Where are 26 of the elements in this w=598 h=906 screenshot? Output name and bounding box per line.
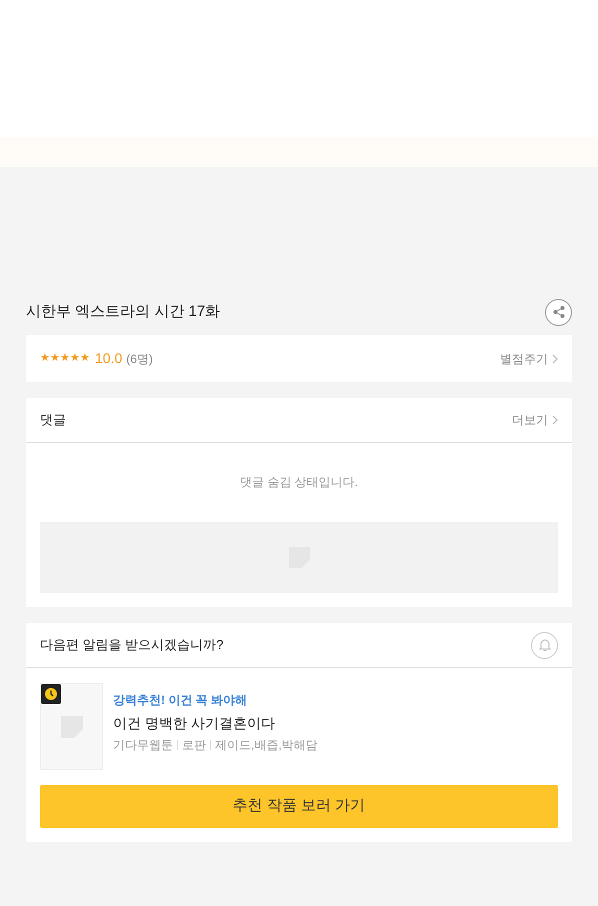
notification-bell-button[interactable] <box>531 632 558 658</box>
chevron-right-icon <box>552 415 558 425</box>
share-icon <box>552 306 564 318</box>
recommendation-button[interactable]: 추천 작품 보러 가기 <box>40 785 558 828</box>
hidden-notice: 댓글 숨김 상태입니다. <box>240 474 358 491</box>
recommendation-meta: 제이드,배즙,박해담 <box>215 737 318 754</box>
share-button[interactable] <box>545 298 572 326</box>
more-link[interactable]: 더보기 <box>512 411 558 429</box>
star-icon: ★ <box>50 353 60 364</box>
recommendation-meta: 로판 <box>182 737 206 754</box>
clock-badge-icon <box>41 684 61 704</box>
recommendation-tag: 강력추천! 이건 꼭 봐야해 <box>113 691 318 709</box>
comments-title: 댓글 <box>40 411 66 430</box>
rating-score: 10.0 <box>95 349 122 368</box>
rating-count: (6명) <box>126 350 153 368</box>
rate-link[interactable]: 별점주기 <box>500 350 558 368</box>
bell-icon <box>538 638 552 652</box>
recommendation-title: 이건 명백한 사기결혼이다 <box>113 714 276 733</box>
star-icon: ★ <box>40 353 50 364</box>
star-icon: ★ <box>80 353 90 364</box>
episode-title: 시한부 엑스트라의 시간 17화 <box>26 302 220 322</box>
star-icon: ★ <box>60 353 70 364</box>
recommendation-meta: 기다무웹툰 <box>113 737 173 754</box>
star-icon: ★ <box>70 353 80 364</box>
notify-question: 다음편 알림을 받으시겠습니까? <box>40 636 224 654</box>
chevron-right-icon <box>552 354 558 364</box>
